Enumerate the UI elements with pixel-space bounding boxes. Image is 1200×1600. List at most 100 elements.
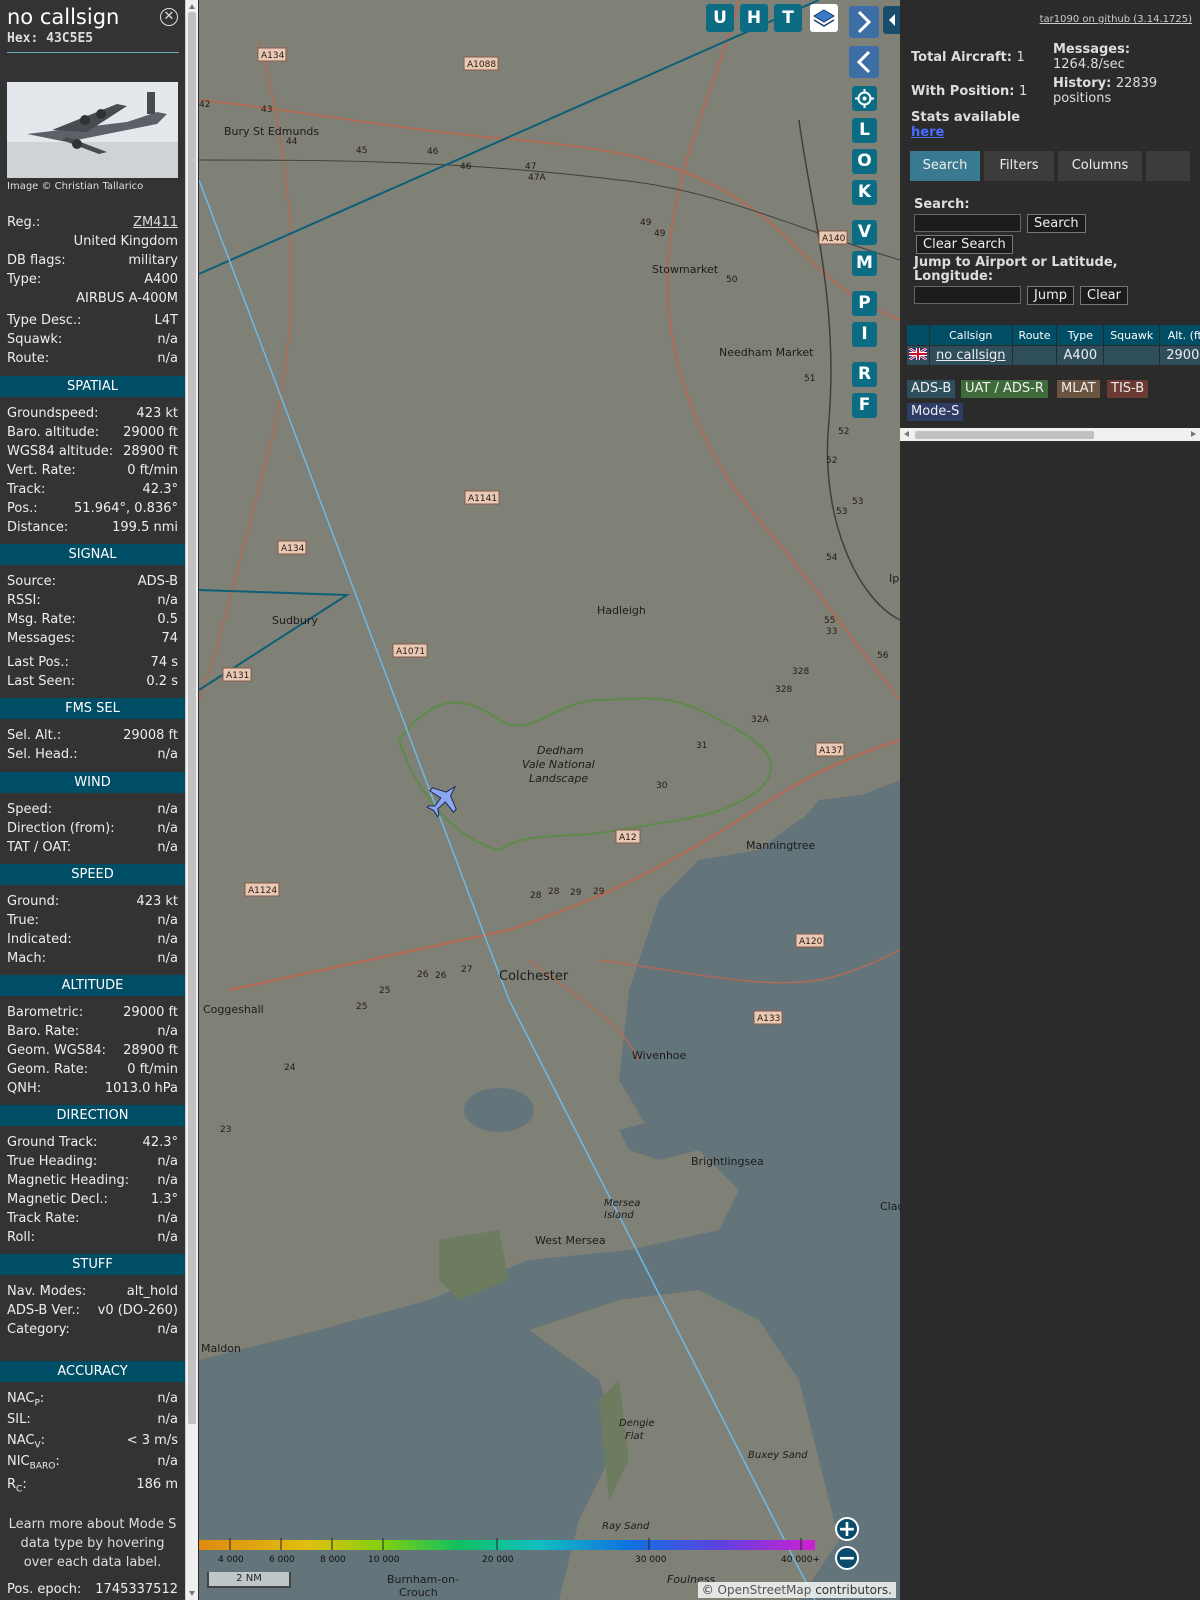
clear-jump-button[interactable]: Clear <box>1080 286 1128 305</box>
toggle-l-button[interactable]: L <box>852 118 877 143</box>
scroll-right-icon[interactable] <box>1191 431 1196 437</box>
callsign-cell[interactable]: no callsign <box>930 346 1012 365</box>
route-row: Route: n/a <box>7 349 178 368</box>
history-unit: positions <box>1053 91 1112 106</box>
total-aircraft-value: 1 <box>1016 50 1025 65</box>
toggle-o-button[interactable]: O <box>852 149 877 174</box>
scrollbar-thumb[interactable] <box>188 12 196 1424</box>
nacp-base: NAC <box>7 1391 35 1406</box>
legend-mlat: MLAT <box>1057 380 1100 398</box>
jump-input[interactable] <box>914 286 1021 304</box>
info-value: 1.3° <box>150 1192 178 1207</box>
legend-mode-s: Mode-S <box>907 403 964 421</box>
info-value: n/a <box>157 747 178 762</box>
clear-search-button[interactable]: Clear Search <box>916 235 1013 254</box>
layers-button[interactable] <box>810 4 838 32</box>
expand-sidebar-button[interactable] <box>849 6 879 38</box>
with-position-label: With Position: <box>911 84 1015 99</box>
info-row: Ground: 423 kt <box>7 892 178 911</box>
route-column-header[interactable]: Route <box>1012 325 1057 345</box>
info-label: Magnetic Heading: <box>7 1173 130 1188</box>
tab-search[interactable]: Search <box>910 151 980 181</box>
table-row[interactable]: no callsign A400 29000 <box>907 346 1200 365</box>
flag-column-header[interactable] <box>907 325 929 345</box>
osm-link[interactable]: OpenStreetMap <box>718 1583 812 1597</box>
dbflags-row: DB flags: military <box>7 251 178 270</box>
type-value: A400 <box>144 272 178 287</box>
map-canvas[interactable] <box>199 0 900 1600</box>
rc-colon: : <box>22 1477 27 1492</box>
tab-columns[interactable]: Columns <box>1058 151 1142 181</box>
toggle-i-button[interactable]: I <box>852 322 877 347</box>
info-value: n/a <box>157 951 178 966</box>
aircraft-photo[interactable] <box>7 82 178 178</box>
info-label: Pos.: <box>7 501 38 516</box>
hex-value: 43C5E5 <box>46 31 94 46</box>
stats-here-link[interactable]: here <box>911 125 944 140</box>
toggle-v-button[interactable]: V <box>852 220 877 245</box>
info-row: NACV: < 3 m/s <box>7 1431 178 1451</box>
tab-extra[interactable] <box>1146 151 1190 181</box>
hex-label: Hex: <box>7 31 39 46</box>
callsign-column-header[interactable]: Callsign <box>930 325 1012 345</box>
info-value: n/a <box>157 821 178 836</box>
info-label: Groundspeed: <box>7 406 99 421</box>
nicbaro-label: NICBARO: <box>7 1452 60 1477</box>
info-row: Last Seen: 0.2 s <box>7 672 178 691</box>
search-button[interactable]: Search <box>1027 214 1086 233</box>
sidebar-scrollbar[interactable] <box>185 0 198 1600</box>
gear-icon <box>855 89 874 108</box>
toggle-panel-button[interactable] <box>883 6 900 34</box>
nacv-base: NAC <box>7 1433 35 1448</box>
toggle-p-button[interactable]: P <box>852 291 877 316</box>
info-label: Ground Track: <box>7 1135 98 1150</box>
altitude-column-header[interactable]: Alt. (ft) <box>1160 325 1200 345</box>
map-attribution: © OpenStreetMap contributors. <box>697 1582 896 1598</box>
info-value: 1013.0 hPa <box>104 1081 178 1096</box>
reg-label: Reg.: <box>7 215 41 230</box>
horizontal-scrollbar-thumb[interactable] <box>915 431 1094 439</box>
info-row: RSSI: n/a <box>7 591 178 610</box>
info-label: Baro. altitude: <box>7 425 100 440</box>
settings-button[interactable] <box>852 86 877 111</box>
toggle-h-button[interactable]: H <box>740 4 768 32</box>
chevron-right-icon <box>857 10 872 34</box>
altitude-legend-tick: 20 000 <box>482 1555 514 1565</box>
info-label: Geom. WGS84: <box>7 1043 107 1058</box>
toggle-m-button[interactable]: M <box>852 251 877 276</box>
map-view[interactable]: Bury St Edmunds Stowmarket Needham Marke… <box>199 0 900 1600</box>
toggle-f-button[interactable]: F <box>852 393 877 418</box>
info-label: Sel. Alt.: <box>7 728 62 743</box>
scroll-up-icon[interactable] <box>189 4 195 9</box>
scale-bar: 2 NM <box>207 1572 291 1588</box>
info-value: 423 kt <box>136 406 178 421</box>
messages-label: Messages: <box>1053 42 1131 57</box>
type-name-value: AIRBUS A-400M <box>76 291 178 306</box>
info-value: n/a <box>157 1173 178 1188</box>
search-input[interactable] <box>914 214 1021 232</box>
reg-link[interactable]: ZM411 <box>133 213 178 232</box>
tab-filters[interactable]: Filters <box>984 151 1054 181</box>
toggle-k-button[interactable]: K <box>852 180 877 205</box>
info-value: 29000 ft <box>123 1005 178 1020</box>
type-column-header[interactable]: Type <box>1057 325 1104 345</box>
squawk-column-header[interactable]: Squawk <box>1104 325 1160 345</box>
info-row: Roll: n/a <box>7 1228 178 1247</box>
toggle-r-button[interactable]: R <box>852 362 877 387</box>
info-row: Pos.: 51.964°, 0.836° <box>7 499 178 518</box>
info-value: alt_hold <box>126 1284 178 1299</box>
info-row: TAT / OAT: n/a <box>7 838 178 857</box>
github-link[interactable]: tar1090 on github (3.14.1725) <box>1040 14 1192 25</box>
toggle-t-button[interactable]: T <box>774 4 802 32</box>
scroll-left-icon[interactable] <box>904 431 909 437</box>
scroll-down-icon[interactable] <box>189 1591 195 1596</box>
rc-base: R <box>7 1477 17 1492</box>
toggle-u-button[interactable]: U <box>706 4 734 32</box>
legend-adsb: ADS-B <box>907 380 956 398</box>
collapse-sidebar-button[interactable] <box>849 46 879 78</box>
table-horizontal-scrollbar[interactable] <box>900 428 1200 441</box>
info-label: Track Rate: <box>7 1211 80 1226</box>
info-value: 0.2 s <box>146 674 178 689</box>
close-icon[interactable]: ✕ <box>160 8 178 26</box>
jump-button[interactable]: Jump <box>1027 286 1074 305</box>
